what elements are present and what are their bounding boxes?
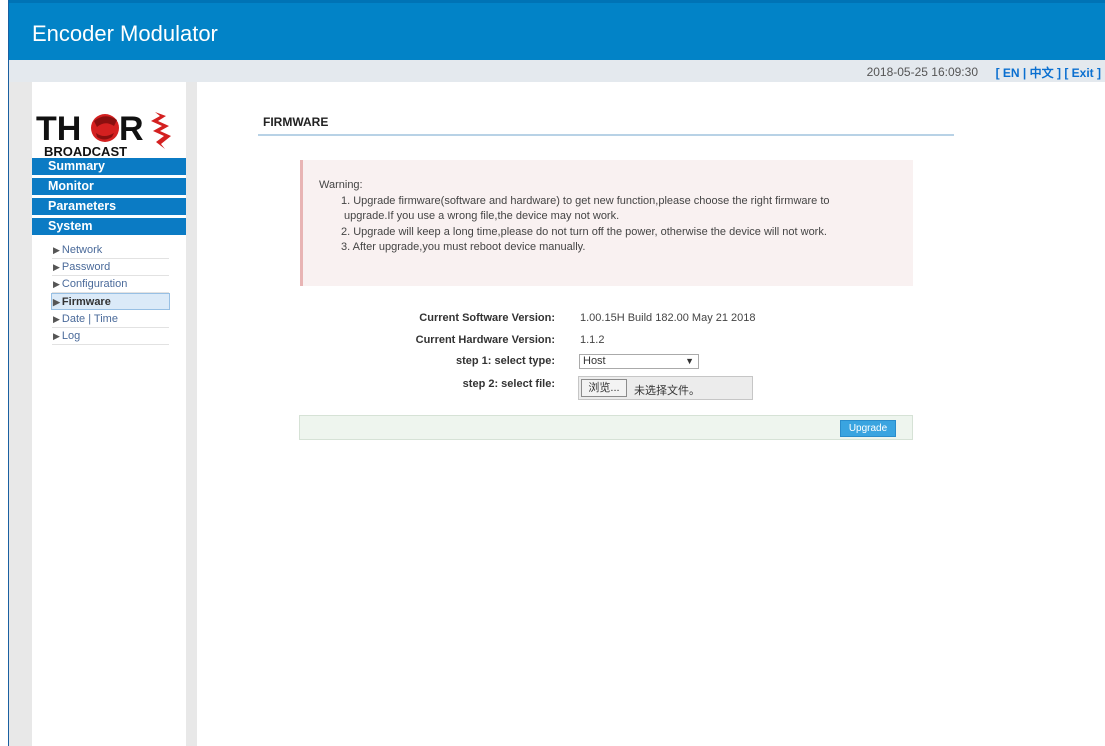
submenu-label: Configuration: [61, 278, 128, 290]
submenu-label: Log: [61, 330, 81, 342]
action-bar: Upgrade: [299, 415, 913, 440]
browse-button[interactable]: 浏览...: [581, 379, 627, 397]
app-header: Encoder Modulator: [9, 0, 1105, 60]
warning-box: Warning: 1. Upgrade firmware(software an…: [300, 160, 913, 286]
svg-text:R: R: [119, 110, 144, 148]
svg-text:BROADCAST: BROADCAST: [44, 144, 127, 158]
info-bar: 2018-05-25 16:09:30 [ EN | 中文 ] [ Exit ]: [9, 60, 1105, 82]
main-content: FIRMWARE Warning: 1. Upgrade firmware(so…: [197, 82, 1105, 746]
triangle-right-icon: ▶: [53, 245, 60, 255]
submenu-label: Firmware: [61, 296, 111, 308]
warning-line-1: 1. Upgrade firmware(software and hardwar…: [341, 194, 830, 207]
sidebar-gutter: [186, 82, 197, 746]
submenu-label: Password: [61, 261, 111, 273]
warning-line-3: 3. After upgrade,you must reboot device …: [341, 241, 586, 253]
type-select-value: Host: [583, 355, 606, 367]
menu-monitor[interactable]: Monitor: [32, 178, 186, 195]
warning-line-1b: upgrade.If you use a wrong file,the devi…: [344, 210, 620, 222]
submenu-date-time[interactable]: ▶ Date | Time: [52, 311, 169, 328]
svg-text:TH: TH: [36, 110, 81, 148]
select-file-label: step 2: select file:: [462, 378, 555, 390]
left-gutter: [9, 82, 32, 746]
triangle-right-icon: ▶: [53, 262, 60, 272]
warning-title: Warning:: [319, 179, 363, 191]
select-type-label: step 1: select type:: [455, 355, 555, 367]
hardware-version-label: Current Hardware Version:: [415, 334, 555, 346]
triangle-right-icon: ▶: [53, 331, 60, 341]
sidebar: TH R BROADCAST Summary Monitor Parameter…: [32, 82, 186, 746]
submenu-password[interactable]: ▶ Password: [52, 259, 169, 276]
upgrade-button[interactable]: Upgrade: [840, 420, 896, 437]
warning-line-2: 2. Upgrade will keep a long time,please …: [341, 225, 827, 238]
menu-system[interactable]: System: [32, 218, 186, 235]
software-version-value: 1.00.15H Build 182.00 May 21 2018: [580, 312, 756, 324]
type-select[interactable]: Host ▼: [579, 354, 699, 369]
software-version-label: Current Software Version:: [419, 312, 555, 324]
submenu-firmware[interactable]: ▶ Firmware: [51, 293, 170, 310]
submenu-log[interactable]: ▶ Log: [52, 328, 169, 345]
submenu-network[interactable]: ▶ Network: [52, 242, 169, 259]
heading-divider: [258, 134, 954, 136]
page-title: FIRMWARE: [263, 115, 329, 129]
file-status-text: 未选择文件。: [634, 385, 700, 397]
submenu-configuration[interactable]: ▶ Configuration: [52, 276, 169, 293]
datetime-display: 2018-05-25 16:09:30: [866, 65, 978, 79]
menu-parameters[interactable]: Parameters: [32, 198, 186, 215]
lang-zh-link[interactable]: 中文 ]: [1030, 66, 1061, 80]
language-links: [ EN | 中文 ] [ Exit ]: [996, 64, 1101, 81]
app-title: Encoder Modulator: [32, 21, 218, 46]
triangle-right-icon: ▶: [53, 279, 60, 289]
exit-link[interactable]: [ Exit ]: [1064, 66, 1101, 80]
file-input[interactable]: 浏览... 未选择文件。: [578, 376, 753, 400]
caret-down-icon: ▼: [685, 356, 694, 366]
thor-broadcast-logo: TH R BROADCAST: [34, 106, 184, 159]
submenu-label: Date | Time: [61, 313, 118, 325]
triangle-right-icon: ▶: [53, 314, 60, 324]
menu-summary[interactable]: Summary: [32, 158, 186, 175]
submenu-label: Network: [61, 244, 103, 256]
triangle-right-icon: ▶: [53, 297, 60, 307]
lang-en-link[interactable]: [ EN |: [996, 66, 1027, 80]
hardware-version-value: 1.1.2: [580, 334, 605, 346]
